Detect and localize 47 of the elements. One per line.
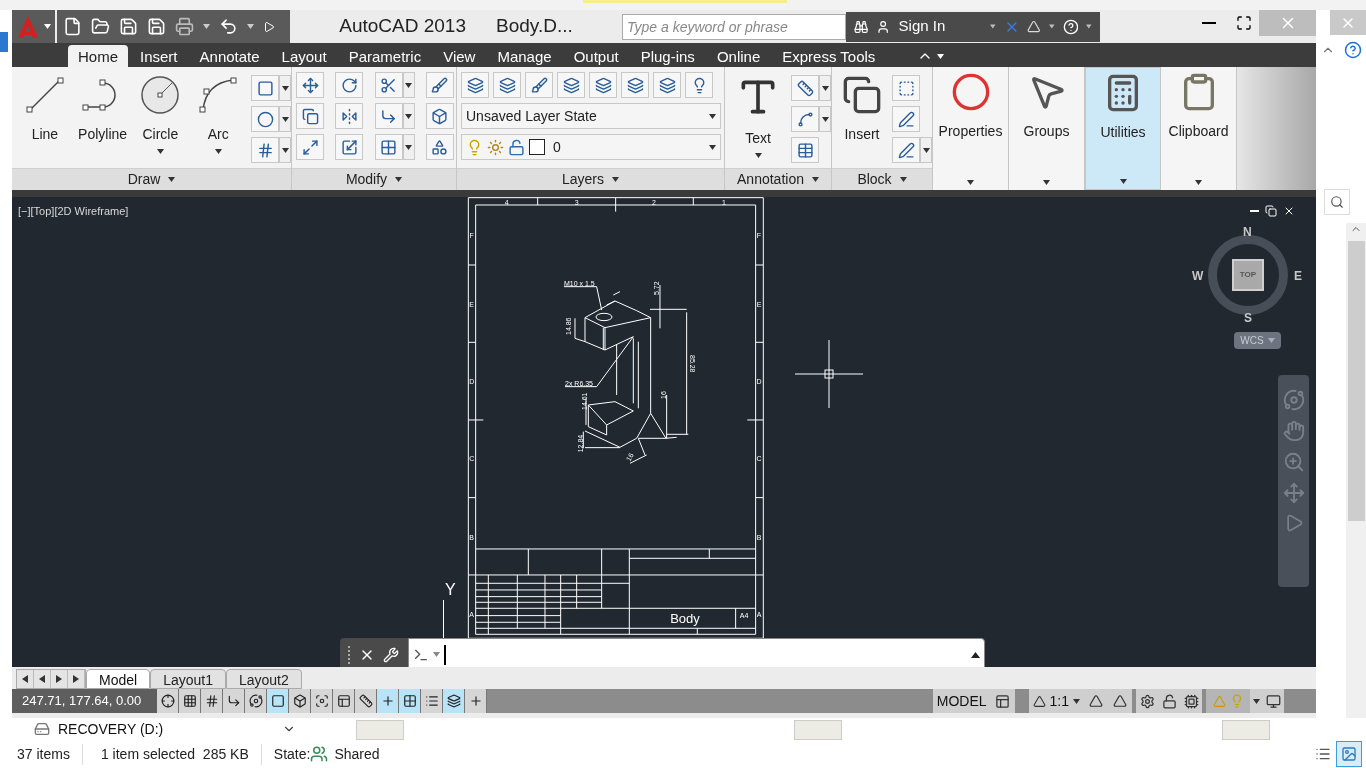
compass-label[interactable]: W <box>1192 267 1204 285</box>
viewport-controls-label[interactable]: [−][Top][2D Wireframe] <box>18 203 129 220</box>
space-tab[interactable]: Layout2 <box>225 669 302 689</box>
annotation-scale-button[interactable]: 1:1 <box>1028 689 1084 713</box>
space-tab[interactable]: Layout1 <box>150 669 226 689</box>
app-title: AutoCAD 2013 <box>339 14 466 39</box>
ribbon-tab[interactable]: Layout <box>271 45 337 67</box>
selection-info: 1 item selected 285 KB <box>100 743 262 765</box>
layer-state-dropdown[interactable]: Unsaved Layer State <box>461 103 721 129</box>
ribbon-tab[interactable]: Annotate <box>189 45 270 67</box>
compass-label[interactable]: S <box>1244 309 1252 327</box>
panel-title[interactable]: Block <box>832 168 932 190</box>
space-tab[interactable]: Model <box>86 669 151 689</box>
sign-in-button[interactable]: Sign In <box>898 15 982 38</box>
ribbon-tab[interactable]: Output <box>563 45 629 67</box>
coordinates-readout[interactable]: 247.71, 177.64, 0.00 <box>12 689 157 713</box>
item-count: 37 items <box>17 743 83 765</box>
ribbon-tab[interactable]: Home <box>68 45 128 67</box>
model-space-button[interactable]: MODEL <box>932 689 991 713</box>
drawing-title: Body <box>670 611 700 626</box>
tool-button[interactable]: Text <box>729 71 787 158</box>
ribbon-tab[interactable]: Manage <box>487 45 562 67</box>
document-title: Body.D... <box>496 14 573 39</box>
compass-label[interactable]: N <box>1243 223 1252 241</box>
search-field[interactable]: Type a keyword or phrase <box>622 13 846 40</box>
tool-button[interactable]: Arc <box>189 71 247 154</box>
compass-label[interactable]: E <box>1294 267 1302 285</box>
drive-label[interactable]: RECOVERY (D:) <box>58 718 268 740</box>
tool-button[interactable]: Polyline <box>73 71 132 141</box>
ucs-axis-label: Y <box>445 580 456 600</box>
ribbon-tab[interactable]: Online <box>706 45 771 67</box>
panel-title[interactable]: Layers <box>457 168 724 190</box>
tool-button[interactable]: Insert <box>836 71 888 141</box>
tool-button[interactable]: Circle <box>131 71 190 154</box>
tool-button[interactable]: Line <box>16 71 74 141</box>
panel-title[interactable]: Annotation <box>725 168 831 190</box>
panel-title[interactable]: Modify <box>292 168 456 190</box>
collapsed-panel[interactable]: Utilities <box>1085 67 1161 190</box>
layer-dropdown[interactable]: 0 <box>461 134 721 160</box>
ribbon-tab[interactable]: Insert <box>130 45 188 67</box>
state-label: State: <box>273 744 311 764</box>
state-value: Shared <box>334 744 380 764</box>
ribbon-tab[interactable]: Plug-ins <box>630 45 705 67</box>
ribbon-tab[interactable]: Express Tools <box>772 45 886 67</box>
panel-title[interactable]: Draw <box>12 168 291 190</box>
ribbon-tab[interactable]: View <box>433 45 486 67</box>
ribbon-tab[interactable]: Parametric <box>338 45 432 67</box>
